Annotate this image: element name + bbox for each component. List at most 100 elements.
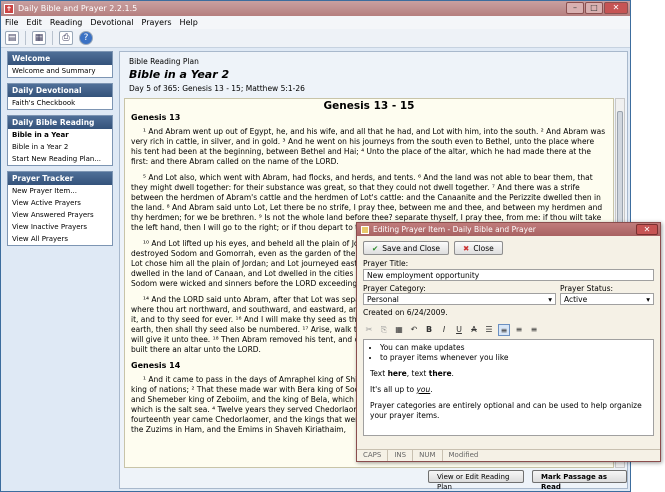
category-value: Personal (367, 295, 399, 304)
dialog-status-bar: CAPS INS NUM Modified (357, 449, 660, 461)
menu-devotional[interactable]: Devotional (90, 18, 133, 27)
menu-prayers[interactable]: Prayers (142, 18, 172, 27)
plan-type-label: Bible Reading Plan (129, 57, 199, 66)
sidebar-group-welcome: Welcome Welcome and Summary (7, 51, 113, 78)
sidebar-item-bible-in-a-year[interactable]: Bible in a Year (8, 129, 112, 141)
close-button[interactable]: ✖ Close (454, 241, 503, 255)
editor-line: Prayer categories are entirely optional … (370, 401, 642, 420)
underline-icon[interactable]: U (453, 324, 465, 336)
menu-bar: File Edit Reading Devotional Prayers Hel… (1, 16, 630, 29)
caps-indicator: CAPS (357, 450, 389, 461)
sidebar-item-new-prayer[interactable]: New Prayer Item... (8, 185, 112, 197)
save-close-button[interactable]: ✔ Save and Close (363, 241, 450, 255)
bullet-list-icon[interactable]: ☰ (483, 324, 495, 336)
sidebar-header: Prayer Tracker (8, 172, 112, 185)
prayer-status-label: Prayer Status: (559, 284, 614, 293)
new-document-icon[interactable]: ▤ (5, 31, 19, 45)
prayer-editor[interactable]: You can make updates to prayer items whe… (363, 339, 654, 436)
dialog-icon (361, 225, 369, 234)
num-indicator: NUM (413, 450, 443, 461)
toolbar-separator (52, 31, 53, 45)
prayer-title-label: Prayer Title: (363, 259, 409, 268)
dialog-title-bar: Editing Prayer Item - Daily Bible and Pr… (357, 223, 660, 236)
italic-icon[interactable]: I (438, 324, 450, 336)
editor-line: It's all up to you. (370, 385, 647, 395)
maximize-icon[interactable]: □ (585, 2, 603, 14)
list-item: You can make updates (380, 343, 647, 353)
save-close-label: Save and Close (382, 243, 441, 253)
list-item: to prayer items whenever you like (380, 353, 647, 363)
sidebar-item-faiths-checkbook[interactable]: Faith's Checkbook (8, 97, 112, 109)
prayer-status-select[interactable]: Active ▾ (559, 293, 654, 305)
status-value: Active (563, 295, 588, 304)
align-left-icon[interactable]: ≡ (498, 324, 510, 336)
prayer-category-label: Prayer Category: (363, 284, 426, 293)
created-date: Created on 6/24/2009. (363, 308, 448, 317)
chevron-down-icon: ▾ (646, 295, 650, 304)
sidebar-group-reading: Daily Bible Reading Bible in a Year Bibl… (7, 115, 113, 166)
menu-edit[interactable]: Edit (26, 18, 42, 27)
sidebar-group-prayer: Prayer Tracker New Prayer Item... View A… (7, 171, 113, 246)
bold-run: there (428, 369, 452, 378)
sidebar-item-active-prayers[interactable]: View Active Prayers (8, 197, 112, 209)
prayer-category-select[interactable]: Personal ▾ (363, 293, 556, 305)
dialog-title: Editing Prayer Item - Daily Bible and Pr… (373, 225, 536, 234)
minimize-icon[interactable]: – (566, 2, 584, 14)
bold-icon[interactable]: B (423, 324, 435, 336)
menu-file[interactable]: File (5, 18, 18, 27)
reading-heading: Genesis 13 - 15 (323, 100, 415, 112)
plan-header: Bible Reading Plan Bible in a Year 2 Day… (124, 54, 623, 96)
close-icon[interactable]: ✕ (604, 2, 628, 14)
mark-read-button[interactable]: Mark Passage as Read (532, 470, 627, 491)
sidebar-group-devotional: Daily Devotional Faith's Checkbook (7, 83, 113, 110)
strikethrough-icon[interactable]: A (468, 324, 480, 336)
align-center-icon[interactable]: ≡ (513, 324, 525, 336)
help-icon[interactable]: ? (79, 31, 93, 45)
text-run: , text (406, 369, 429, 378)
modified-indicator: Modified (448, 451, 479, 459)
sidebar-header: Daily Bible Reading (8, 116, 112, 129)
chevron-down-icon: ▾ (548, 295, 552, 304)
chapter-heading: Genesis 13 (131, 113, 181, 122)
checkmark-icon: ✔ (372, 243, 379, 253)
sidebar-item-all-prayers[interactable]: View All Prayers (8, 233, 112, 245)
sidebar-item-welcome-summary[interactable]: Welcome and Summary (8, 65, 112, 77)
verse-paragraph: ¹ And Abram went up out of Egypt, he, an… (131, 127, 606, 166)
ins-indicator: INS (388, 450, 414, 461)
toolbar: ▤ ▦ ⎙ ? (1, 29, 630, 48)
sidebar-header: Daily Devotional (8, 84, 112, 97)
sidebar-item-start-new-plan[interactable]: Start New Reading Plan... (8, 153, 112, 165)
text-run: . (430, 385, 433, 394)
menu-help[interactable]: Help (180, 18, 198, 27)
plan-day-label: Day 5 of 365: Genesis 13 - 15; Matthew 5… (129, 84, 305, 93)
toolbar-separator (25, 31, 26, 45)
copy-icon[interactable]: ⎘ (378, 324, 390, 336)
title-bar: ✝ Daily Bible and Prayer 2.2.1.5 – □ ✕ (1, 1, 630, 16)
align-right-icon[interactable]: ≡ (528, 324, 540, 336)
paste-icon[interactable]: ▦ (393, 324, 405, 336)
format-toolbar: ✂ ⎘ ▦ ↶ B I U A ☰ ≡ ≡ ≡ (363, 322, 654, 338)
text-run: It's all up to (370, 385, 417, 394)
view-edit-plan-button[interactable]: View or Edit Reading Plan (428, 470, 525, 491)
sidebar: Welcome Welcome and Summary Daily Devoti… (7, 51, 113, 487)
undo-icon[interactable]: ↶ (408, 324, 420, 336)
sidebar-item-bible-in-a-year-2[interactable]: Bible in a Year 2 (8, 141, 112, 153)
prayer-title-input[interactable]: New employment opportunity (363, 269, 654, 281)
cut-icon[interactable]: ✂ (363, 324, 375, 336)
text-run: Text (370, 369, 388, 378)
bold-run: here (387, 369, 407, 378)
x-icon: ✖ (463, 243, 470, 253)
editor-line: Text here, text there. (370, 369, 647, 379)
edit-prayer-dialog: Editing Prayer Item - Daily Bible and Pr… (356, 222, 661, 462)
text-run: . (451, 369, 454, 378)
app-icon: ✝ (4, 3, 14, 14)
sidebar-item-answered-prayers[interactable]: View Answered Prayers (8, 209, 112, 221)
plan-title: Bible in a Year 2 (129, 68, 230, 81)
print-icon[interactable]: ⎙ (59, 31, 73, 45)
sidebar-item-inactive-prayers[interactable]: View Inactive Prayers (8, 221, 112, 233)
dialog-close-icon[interactable]: ✕ (636, 224, 658, 235)
window-title: Daily Bible and Prayer 2.2.1.5 (18, 4, 138, 13)
italic-underline-run: you (416, 385, 431, 394)
paste-icon[interactable]: ▦ (32, 31, 46, 45)
menu-reading[interactable]: Reading (50, 18, 82, 27)
